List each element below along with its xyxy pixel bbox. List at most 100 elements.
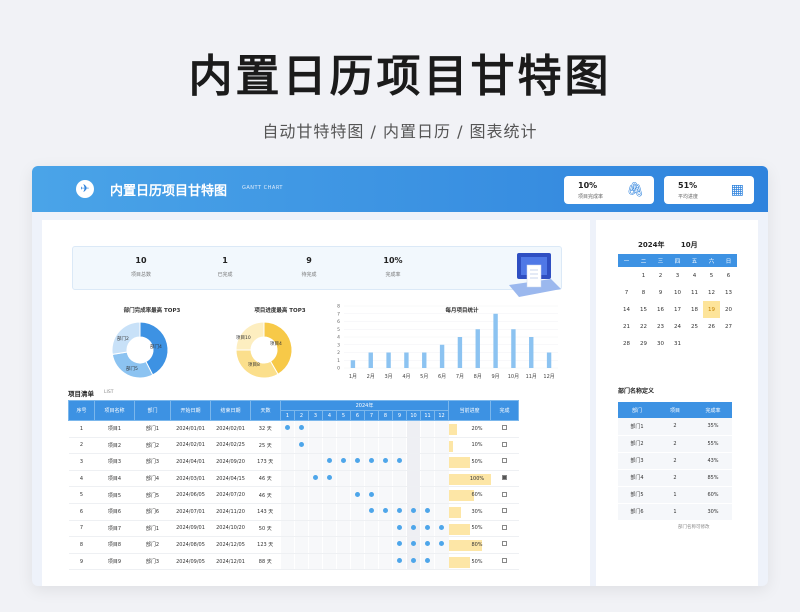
- gantt-dot: [327, 458, 332, 464]
- calendar-day[interactable]: [618, 267, 635, 284]
- calendar-day[interactable]: 9: [652, 284, 669, 301]
- calendar-day[interactable]: 8: [635, 284, 652, 301]
- done-checkbox[interactable]: [502, 491, 507, 497]
- month-header: 4: [322, 410, 337, 421]
- cell-name: 项目6: [94, 503, 135, 521]
- calendar-day[interactable]: 5: [703, 267, 720, 284]
- calendar-day[interactable]: [686, 335, 703, 352]
- calendar-day[interactable]: 4: [686, 267, 703, 284]
- month-cell: [294, 486, 309, 504]
- month-cell: [294, 453, 309, 471]
- month-cell: [294, 520, 309, 538]
- weekday-header: 六: [703, 254, 720, 267]
- done-checkbox[interactable]: [502, 475, 507, 481]
- y-tick-label: 1: [337, 358, 340, 364]
- done-checkbox[interactable]: [502, 508, 507, 514]
- calendar-day[interactable]: 22: [635, 318, 652, 335]
- gantt-dot: [397, 541, 402, 547]
- gantt-table: 序号 项目名称 部门 开始日期 结束日期 天数 2024年 当前进度 完成 12…: [68, 400, 519, 571]
- calendar-day[interactable]: 23: [652, 318, 669, 335]
- calendar-day[interactable]: 13: [720, 284, 737, 301]
- done-checkbox[interactable]: [502, 458, 507, 464]
- month-bar-chart: 0123456781月 2月 3月 4月 5月 6月 7月 8月 9月 10月 11月 12月: [337, 304, 558, 380]
- calendar-day[interactable]: 2: [652, 267, 669, 284]
- x-tick-label: 10月: [508, 374, 519, 380]
- dept-cell: 2: [656, 469, 694, 487]
- month-cell: [336, 486, 351, 504]
- calendar-day[interactable]: [720, 335, 737, 352]
- month-cell: [322, 553, 337, 571]
- progress-value: 20%: [471, 425, 483, 432]
- calendar-day[interactable]: 20: [720, 301, 737, 318]
- calendar-day[interactable]: 3: [669, 267, 686, 284]
- calendar-day[interactable]: 27: [720, 318, 737, 335]
- calendar-day[interactable]: 18: [686, 301, 703, 318]
- calendar-day[interactable]: 1: [635, 267, 652, 284]
- month-header: 2: [294, 410, 309, 421]
- month-cell: [280, 420, 295, 438]
- month-cell: [350, 536, 365, 554]
- month-cell: [406, 470, 421, 488]
- summary-pending: 9 待完成: [279, 256, 339, 278]
- calendar-day[interactable]: 28: [618, 335, 635, 352]
- calendar-day[interactable]: 31: [669, 335, 686, 352]
- calendar-day[interactable]: 30: [652, 335, 669, 352]
- month-cell: [336, 520, 351, 538]
- cell-end: 2024/10/20: [210, 520, 251, 538]
- side-panel: 2024年 10月 一二三四五六日 1 2 3 4 5 6 7 8 9 10 11 12 13 14 15 1…: [596, 220, 758, 586]
- done-checkbox[interactable]: [502, 425, 507, 431]
- calendar-day[interactable]: 21: [618, 318, 635, 335]
- proj-chart-title: 项目进度最高 TOP3: [254, 308, 306, 314]
- month-cell: [378, 437, 393, 455]
- month-header: 10: [406, 410, 421, 421]
- cell-name: 项目1: [94, 420, 135, 438]
- dept-cell: 2: [656, 418, 694, 436]
- stat-completion-rate: 10% 项目完成率 🖇: [564, 176, 654, 204]
- month-cell: [350, 520, 365, 538]
- calendar-day[interactable]: 16: [652, 301, 669, 318]
- dept-cell: 55%: [694, 435, 732, 453]
- progress-bar: [448, 440, 453, 452]
- month-cell: [364, 437, 379, 455]
- month-cell: [392, 536, 407, 554]
- done-cell: [490, 453, 519, 471]
- calendar-day[interactable]: 17: [669, 301, 686, 318]
- weekday-header: 四: [669, 254, 686, 267]
- done-checkbox[interactable]: [502, 441, 507, 447]
- donut-label: 部门2: [117, 337, 129, 342]
- paperclip-icon: 🖇: [626, 182, 644, 198]
- month-cell: [434, 536, 449, 554]
- weekday-header: 三: [652, 254, 669, 267]
- calendar-day[interactable]: 24: [669, 318, 686, 335]
- summary-label: 已完成: [217, 272, 233, 278]
- gantt-dot: [411, 524, 416, 530]
- calendar-day[interactable]: 14: [618, 301, 635, 318]
- calendar-day[interactable]: 19: [703, 301, 720, 318]
- calendar-day[interactable]: 26: [703, 318, 720, 335]
- calendar-day[interactable]: 11: [686, 284, 703, 301]
- month-header: 7: [364, 410, 379, 421]
- done-checkbox[interactable]: [502, 541, 507, 547]
- month-cell: [392, 470, 407, 488]
- cell-name: 项目7: [94, 520, 135, 538]
- main-panel: 10 项目总数 1 已完成 9 待完成 10% 完成率 部门完成率最高 TOP3…: [42, 220, 590, 586]
- month-cell: [392, 503, 407, 521]
- done-checkbox[interactable]: [502, 524, 507, 530]
- calendar-day[interactable]: [703, 335, 720, 352]
- calendar-day[interactable]: 12: [703, 284, 720, 301]
- calendar-day[interactable]: 7: [618, 284, 635, 301]
- calendar-day[interactable]: 29: [635, 335, 652, 352]
- y-tick-label: 6: [337, 319, 340, 325]
- calendar-day[interactable]: 6: [720, 267, 737, 284]
- y-tick-label: 0: [337, 366, 340, 372]
- cell-dept: 部门3: [134, 453, 171, 471]
- bar: [529, 337, 534, 368]
- calendar-day[interactable]: 25: [686, 318, 703, 335]
- x-tick-label: 6月: [438, 374, 446, 380]
- month-cell: [392, 553, 407, 571]
- done-checkbox[interactable]: [502, 558, 507, 564]
- month-cell: [364, 453, 379, 471]
- calendar-day[interactable]: 15: [635, 301, 652, 318]
- rocket-icon: ✈: [76, 180, 94, 198]
- calendar-day[interactable]: 10: [669, 284, 686, 301]
